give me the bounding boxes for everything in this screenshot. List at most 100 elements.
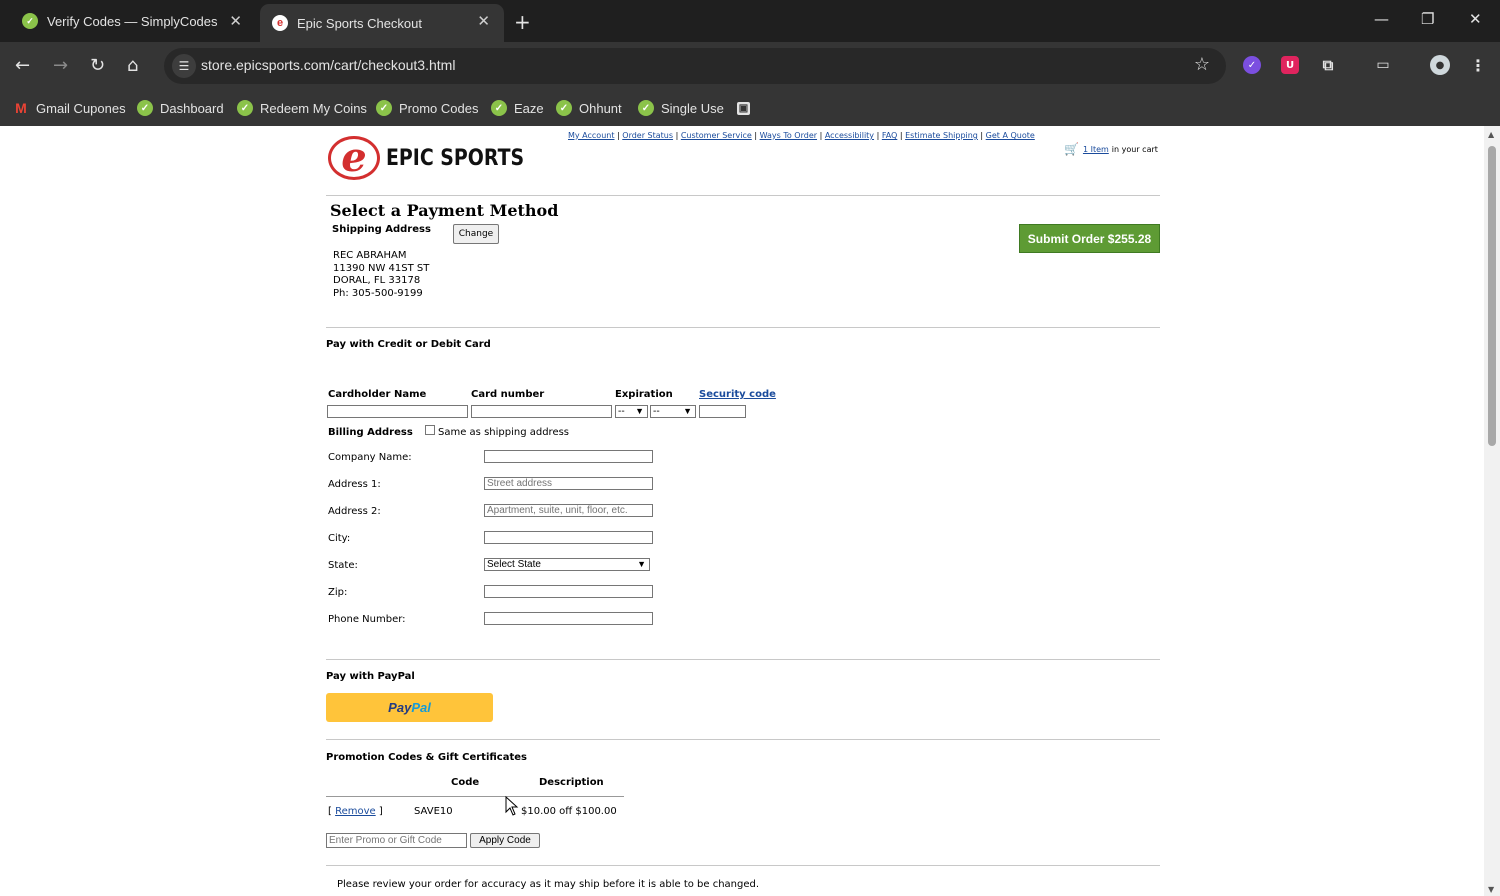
tab-title: Epic Sports Checkout	[297, 15, 423, 31]
tab-search-icon[interactable]: ▭	[1374, 56, 1392, 74]
link-estimate-shipping[interactable]: Estimate Shipping	[905, 131, 978, 140]
zip-label: Zip:	[328, 587, 348, 598]
cart-icon[interactable]: 🛒	[1064, 142, 1079, 156]
ublock-icon[interactable]: U	[1281, 56, 1299, 74]
same-as-shipping-label: Same as shipping address	[438, 427, 570, 438]
simplycodes-icon: ✓	[22, 13, 38, 29]
company-name-input[interactable]	[484, 450, 653, 463]
link-faq[interactable]: FAQ	[882, 131, 898, 140]
bookmark-label: Promo Codes	[399, 100, 479, 116]
extensions-puzzle-icon[interactable]: ⧉	[1319, 56, 1337, 74]
scroll-down-arrow-icon[interactable]: ▼	[1488, 885, 1494, 894]
home-icon[interactable]: ⌂	[127, 54, 138, 78]
paypal-button[interactable]: Pay Pal	[326, 693, 493, 722]
address-line: 11390 NW 41ST ST	[333, 262, 430, 274]
simplycodes-icon: ✓	[638, 100, 654, 116]
cart-summary: 🛒 1 Item in your cart	[1064, 142, 1158, 156]
site-info-icon[interactable]: ☰	[172, 54, 196, 78]
link-order-status[interactable]: Order Status	[622, 131, 673, 140]
zip-input[interactable]	[484, 585, 653, 598]
back-icon[interactable]: ←	[15, 54, 30, 78]
address-bar[interactable]: ☰ store.epicsports.com/cart/checkout3.ht…	[164, 48, 1226, 84]
link-customer-service[interactable]: Customer Service	[681, 131, 752, 140]
link-ways-to-order[interactable]: Ways To Order	[760, 131, 817, 140]
remove-promo-link[interactable]: Remove	[335, 806, 376, 817]
security-code-link[interactable]: Security code	[699, 389, 776, 400]
bookmark-gmail-cupones[interactable]: M Gmail Cupones	[13, 96, 125, 120]
link-get-a-quote[interactable]: Get A Quote	[986, 131, 1035, 140]
cart-suffix: in your cart	[1111, 144, 1158, 154]
bookmark-ohhunt[interactable]: ✓ Ohhunt	[556, 96, 622, 120]
state-label: State:	[328, 560, 358, 571]
bookmark-page-icon: ▣	[737, 101, 750, 115]
page-title: Select a Payment Method	[330, 201, 559, 220]
promo-remove-cell: [ Remove ]	[328, 806, 383, 817]
close-window-icon[interactable]: ✕	[1469, 10, 1482, 28]
epic-sports-logo[interactable]: e EPIC SPORTS	[328, 132, 558, 182]
simplycodes-icon: ✓	[376, 100, 392, 116]
divider	[326, 659, 1160, 660]
page-scrollbar[interactable]: ▲ ▼	[1484, 126, 1500, 896]
bookmark-promo-codes[interactable]: ✓ Promo Codes	[376, 96, 478, 120]
cardholder-name-input[interactable]	[327, 405, 468, 418]
exp-year-value: --	[653, 406, 660, 417]
simplycodes-icon: ✓	[491, 100, 507, 116]
profile-avatar[interactable]: ●	[1430, 55, 1450, 75]
change-address-button[interactable]: Change	[453, 224, 499, 244]
close-tab-icon[interactable]: ✕	[229, 12, 242, 30]
extension-icon[interactable]: ✓	[1243, 56, 1261, 74]
bookmark-eaze[interactable]: ✓ Eaze	[491, 96, 544, 120]
simplycodes-icon: ✓	[137, 100, 153, 116]
simplycodes-icon: ✓	[556, 100, 572, 116]
exp-year-select[interactable]: -- ▼	[650, 405, 696, 418]
city-input[interactable]	[484, 531, 653, 544]
url-text[interactable]: store.epicsports.com/cart/checkout3.html	[201, 57, 455, 73]
chevron-down-icon: ▼	[637, 559, 646, 569]
address1-input[interactable]: Street address	[484, 477, 653, 490]
promo-code-input[interactable]: Enter Promo or Gift Code	[326, 833, 467, 848]
bookmark-dashboard[interactable]: ✓ Dashboard	[137, 96, 224, 120]
new-tab-icon[interactable]: +	[514, 10, 531, 34]
bookmark-single-use[interactable]: ✓ Single Use	[638, 96, 724, 120]
tab-epic-sports[interactable]: e Epic Sports Checkout ✕	[260, 4, 504, 42]
phone-label: Phone Number:	[328, 614, 406, 625]
exp-month-select[interactable]: -- ▼	[615, 405, 648, 418]
apply-code-button[interactable]: Apply Code	[470, 833, 540, 848]
minimize-icon[interactable]: —	[1374, 10, 1389, 28]
security-code-input[interactable]	[699, 405, 746, 418]
bookmark-redeem-my-coins[interactable]: ✓ Redeem My Coins	[237, 96, 367, 120]
bookmark-star-icon[interactable]: ☆	[1194, 54, 1210, 75]
restore-icon[interactable]: ❐	[1421, 10, 1434, 28]
forward-icon[interactable]: →	[53, 54, 68, 78]
menu-kebab-icon[interactable]: ⋮	[1469, 56, 1487, 75]
scroll-up-arrow-icon[interactable]: ▲	[1488, 130, 1494, 139]
link-my-account[interactable]: My Account	[568, 131, 614, 140]
state-select-value: Select State	[487, 559, 541, 570]
bookmark-label: Dashboard	[160, 100, 224, 116]
paypal-section-title: Pay with PayPal	[326, 671, 415, 682]
cart-items-link[interactable]: 1 Item	[1083, 145, 1109, 154]
promo-description-value: $10.00 off $100.00	[521, 806, 617, 817]
bookmark-unnamed[interactable]: ▣	[737, 96, 757, 120]
link-accessibility[interactable]: Accessibility	[825, 131, 874, 140]
same-as-shipping-checkbox[interactable]	[425, 425, 435, 435]
divider	[326, 865, 1160, 866]
promo-code-value: SAVE10	[414, 806, 453, 817]
address2-input[interactable]: Apartment, suite, unit, floor, etc.	[484, 504, 653, 517]
card-number-label: Card number	[471, 389, 545, 400]
browser-toolbar: ← → ↻ ⌂ ☰ store.epicsports.com/cart/chec…	[0, 42, 1500, 90]
close-tab-icon[interactable]: ✕	[477, 12, 490, 30]
header-links: My Account | Order Status | Customer Ser…	[568, 131, 1035, 140]
divider	[326, 327, 1160, 328]
logo-e-mark: e	[328, 136, 380, 180]
scroll-thumb[interactable]	[1488, 146, 1496, 446]
card-number-input[interactable]	[471, 405, 612, 418]
divider	[326, 195, 1160, 196]
tab-verify-codes[interactable]: ✓ Verify Codes — SimplyCodes ✕	[0, 0, 256, 42]
browser-chrome: ✓ Verify Codes — SimplyCodes ✕ e Epic Sp…	[0, 0, 1500, 126]
tab-title: Verify Codes — SimplyCodes	[47, 13, 218, 29]
submit-order-button[interactable]: Submit Order $255.28	[1019, 224, 1160, 253]
reload-icon[interactable]: ↻	[90, 54, 105, 78]
state-select[interactable]: Select State ▼	[484, 558, 650, 571]
phone-input[interactable]	[484, 612, 653, 625]
